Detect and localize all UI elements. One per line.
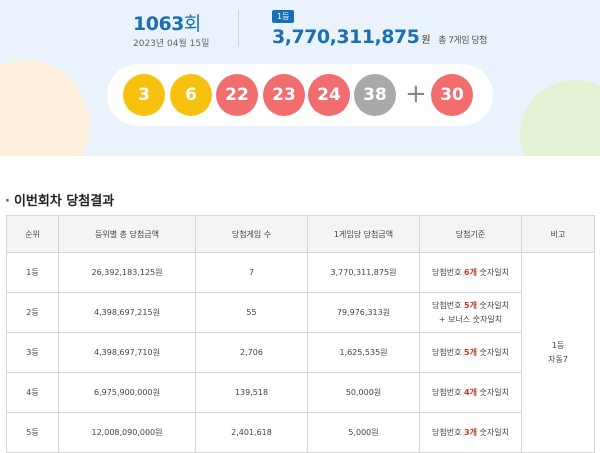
per-game-prize-cell: 3,770,311,875원 <box>307 252 420 293</box>
winning-ball: 6 <box>170 74 212 116</box>
winning-numbers-bar: 3 6 22 23 24 38 + 30 <box>107 64 493 126</box>
per-game-prize-cell: 50,000원 <box>307 372 420 413</box>
column-header: 당첨기준 <box>419 215 522 253</box>
winning-ball: 22 <box>216 74 258 116</box>
table-row: 2등 4,398,697,215원 55 79,976,313원 당첨번호 5개… <box>6 292 595 333</box>
column-header: 비고 <box>521 215 595 253</box>
criteria-cell: 당첨번호 4개 숫자일치 <box>419 372 522 413</box>
rank-cell: 3등 <box>6 332 59 373</box>
rank-cell: 5등 <box>6 412 59 453</box>
plus-sign: + <box>405 79 427 109</box>
draw-summary-panel: 1063회 2023년 04월 15일 1등 3,770,311,875 원 총 7… <box>0 0 600 156</box>
per-game-prize-cell: 1,625,535원 <box>307 332 420 373</box>
table-row: 1등 26,392,183,125원 7 3,770,311,875원 당첨번호… <box>6 252 595 453</box>
column-header: 당첨게임 수 <box>195 215 308 253</box>
divider <box>238 10 239 47</box>
criteria-cell: 당첨번호 5개 숫자일치 + 보너스 숫자일치 <box>419 292 522 333</box>
total-prize-cell: 26,392,183,125원 <box>58 252 196 293</box>
round-number: 1063회 <box>133 13 201 35</box>
criteria-cell: 당첨번호 6개 숫자일치 <box>419 252 522 293</box>
section-title: · 이번회차 당첨결과 <box>5 194 115 209</box>
decorative-circle <box>0 60 90 156</box>
rank-badge: 1등 <box>272 10 295 23</box>
rank-cell: 2등 <box>6 292 59 333</box>
bonus-ball: 30 <box>431 74 473 116</box>
per-game-prize-cell: 79,976,313원 <box>307 292 420 333</box>
bullet-icon: · <box>5 194 10 209</box>
total-prize-cell: 4,398,697,710원 <box>58 332 196 373</box>
decorative-circle <box>520 80 600 156</box>
column-header: 순위 <box>6 215 59 253</box>
winning-games-cell: 2,706 <box>195 332 308 373</box>
winning-games-cell: 139,518 <box>195 372 308 413</box>
total-prize-cell: 4,398,697,215원 <box>58 292 196 333</box>
criteria-cell: 당첨번호 3개 숫자일치 <box>419 412 522 453</box>
winning-ball: 38 <box>354 74 396 116</box>
winner-summary: 총 7게임 당첨 <box>438 36 487 46</box>
total-prize-cell: 12,008,090,000원 <box>58 412 196 453</box>
table-row: 5등 12,008,090,000원 2,401,618 5,000원 당첨번호… <box>6 412 595 453</box>
winning-games-cell: 2,401,618 <box>195 412 308 453</box>
results-table: 순위 등위별 총 당첨금액 당첨게임 수 1게임당 당첨금액 당첨기준 비고 1… <box>6 215 595 453</box>
winning-ball: 23 <box>263 74 305 116</box>
criteria-cell: 당첨번호 5개 숫자일치 <box>419 332 522 373</box>
rank-cell: 1등 <box>6 252 59 293</box>
remark-cell: 1등 자동7 <box>521 252 595 453</box>
table-row: 3등 4,398,697,710원 2,706 1,625,535원 당첨번호 … <box>6 332 595 373</box>
winning-ball: 3 <box>123 74 165 116</box>
column-header: 등위별 총 당첨금액 <box>58 215 196 253</box>
column-header: 1게임당 당첨금액 <box>307 215 420 253</box>
table-header-row: 순위 등위별 총 당첨금액 당첨게임 수 1게임당 당첨금액 당첨기준 비고 <box>6 215 595 253</box>
first-prize-amount: 3,770,311,875 원 총 7게임 당첨 <box>272 26 487 48</box>
winning-ball: 24 <box>308 74 350 116</box>
winning-games-cell: 55 <box>195 292 308 333</box>
per-game-prize-cell: 5,000원 <box>307 412 420 453</box>
rank-cell: 4등 <box>6 372 59 413</box>
draw-date: 2023년 04월 15일 <box>133 39 210 49</box>
winning-games-cell: 7 <box>195 252 308 293</box>
table-row: 4등 6,975,900,000원 139,518 50,000원 당첨번호 4… <box>6 372 595 413</box>
total-prize-cell: 6,975,900,000원 <box>58 372 196 413</box>
